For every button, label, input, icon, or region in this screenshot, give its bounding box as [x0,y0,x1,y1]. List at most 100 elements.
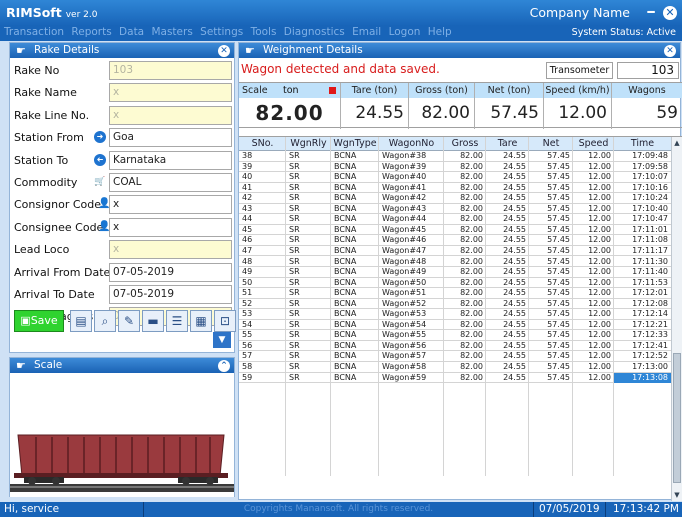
menu-item-email[interactable]: Email [348,26,381,38]
table-cell: BCNA [334,351,357,361]
column-header[interactable]: SNo. [239,137,286,151]
column-header[interactable]: WagonNo [379,137,444,151]
field-label: Arrival From Date [14,265,111,279]
table-row[interactable]: 43 SR BCNA Wagon#43 82.00 24.55 57.45 12.00 17:1… [239,204,671,215]
table-row[interactable]: 41 SR BCNA Wagon#41 82.00 24.55 57.45 12.00 17:1… [239,183,671,194]
table-row[interactable]: 52 SR BCNA Wagon#52 82.00 24.55 57.45 12.00 17:1… [239,299,671,310]
table-row[interactable]: 53 SR BCNA Wagon#53 82.00 24.55 57.45 12.00 17:1… [239,309,671,320]
menu-item-diagnostics[interactable]: Diagnostics [280,26,345,38]
field-input[interactable]: x [109,195,232,215]
table-row[interactable]: 51 SR BCNA Wagon#51 82.00 24.55 57.45 12.00 17:1… [239,288,671,299]
rake-details-title: Rake Details [34,44,100,56]
close-panel-icon[interactable]: ✕ [664,44,676,57]
menu-item-masters[interactable]: Masters [147,26,192,38]
menu-item-help[interactable]: Help [424,26,452,38]
table-cell: 17:12:08 [632,298,668,308]
card-icon[interactable]: ▬ [142,310,164,332]
field-input[interactable]: x [109,240,232,260]
field-input[interactable]: x [109,105,232,125]
table-row[interactable]: 49 SR BCNA Wagon#49 82.00 24.55 57.45 12.00 17:1… [239,267,671,278]
table-cell: BCNA [334,298,357,308]
column-header[interactable]: Tare [486,137,529,151]
chevron-down-icon[interactable]: ▼ [213,332,231,348]
table-row[interactable]: 39 SR BCNA Wagon#39 82.00 24.55 57.45 12.00 17:0… [239,162,671,173]
column-header[interactable]: Speed [573,137,614,151]
hand-pointer-icon: ☛ [245,44,255,57]
menu-item-reports[interactable]: Reports [67,26,111,38]
save-button[interactable]: ▣Save [14,310,64,332]
close-button[interactable]: ✕ [663,6,677,20]
column-header[interactable]: WgnType [331,137,379,151]
list-icon[interactable]: ☰ [166,310,188,332]
close-panel-icon[interactable]: ✕ [218,44,230,57]
scale-unit: ton [283,85,299,96]
collapse-panel-icon[interactable]: ⌃ [218,359,230,372]
table-row[interactable]: 42 SR BCNA Wagon#42 82.00 24.55 57.45 12.00 17:1… [239,193,671,204]
transometer-value: 103 [617,62,679,79]
lock-icon[interactable]: ⊡ [214,310,236,332]
weighment-grid[interactable]: SNo. WgnRly WgnType WagonNo Gross Tare Net Spee… [239,136,682,501]
field-input[interactable]: 07-05-2019 [109,262,232,282]
field-input[interactable]: COAL [109,173,232,192]
scroll-thumb[interactable] [673,353,681,483]
speed-reading: Speed (km/h) 12.00 [544,83,612,129]
menu-item-data[interactable]: Data [115,26,144,38]
column-header[interactable]: WgnRly [286,137,331,151]
table-cell: Wagon#40 [382,172,427,182]
table-cell: 24.55 [503,151,526,160]
menu-item-tools[interactable]: Tools [247,26,277,38]
table-cell: Wagon#43 [382,203,427,213]
cart-icon[interactable]: 🛒 [94,176,106,188]
field-input[interactable]: 07-05-2019 [109,285,232,304]
table-row[interactable]: 58 SR BCNA Wagon#58 82.00 24.55 57.45 12.00 17:1… [239,362,671,373]
arrow-right-icon[interactable]: ➜ [94,131,106,144]
table-row[interactable]: 59 SR BCNA Wagon#59 82.00 24.55 57.45 12.00 17:1… [239,372,671,384]
table-row[interactable]: 47 SR BCNA Wagon#47 82.00 24.55 57.45 12.00 17:1… [239,246,671,257]
gross-reading: Gross (ton) 82.00 [409,83,475,129]
table-row[interactable]: 57 SR BCNA Wagon#57 82.00 24.55 57.45 12.00 17:1… [239,351,671,362]
table-cell: 17:11:01 [632,224,668,234]
search-icon[interactable]: ⌕ [94,310,116,332]
scroll-down-icon[interactable]: ▼ [673,490,681,500]
table-row[interactable]: 38 SR BCNA Wagon#38 82.00 24.55 57.45 12.00 17:0… [239,151,671,162]
table-row[interactable]: 44 SR BCNA Wagon#44 82.00 24.55 57.45 12.00 17:1… [239,214,671,225]
menu-item-settings[interactable]: Settings [196,26,243,38]
scroll-up-icon[interactable]: ▲ [673,138,681,148]
column-header[interactable]: Gross [444,137,486,151]
field-input[interactable]: Goa [109,128,232,148]
table-cell: Wagon#46 [382,235,427,245]
message-row: Wagon detected and data saved. Transomet… [239,60,682,81]
table-row[interactable]: 50 SR BCNA Wagon#50 82.00 24.55 57.45 12.00 17:1… [239,278,671,289]
column-header[interactable]: Time [614,137,671,151]
table-cell: 57.45 [547,245,570,255]
table-cell: SR [289,309,300,319]
column-header[interactable]: Net [529,137,573,151]
table-row[interactable]: 40 SR BCNA Wagon#40 82.00 24.55 57.45 12.00 17:1… [239,172,671,183]
minimize-button[interactable]: ━ [644,6,658,18]
table-cell: 12.00 [588,256,611,266]
table-row[interactable]: 55 SR BCNA Wagon#55 82.00 24.55 57.45 12.00 17:1… [239,330,671,341]
table-row[interactable]: 46 SR BCNA Wagon#46 82.00 24.55 57.45 12.00 17:1… [239,235,671,246]
grid-icon[interactable]: ▦ [190,310,212,332]
edit-icon[interactable]: ✎ [118,310,140,332]
field-input[interactable]: Karnataka [109,150,232,170]
field-input[interactable]: x [109,83,232,103]
table-cell: 82.00 [460,235,483,245]
field-input[interactable]: x [109,217,232,237]
arrow-left-icon[interactable]: ➜ [94,153,106,166]
table-row[interactable]: 56 SR BCNA Wagon#56 82.00 24.55 57.45 12.00 17:1… [239,341,671,352]
vertical-scrollbar[interactable]: ▲ ▼ [671,137,682,501]
table-cell: 82.00 [460,172,483,182]
clipboard-icon[interactable]: ▤ [70,310,92,332]
table-cell: 12.00 [588,351,611,361]
table-row[interactable]: 48 SR BCNA Wagon#48 82.00 24.55 57.45 12.00 17:1… [239,256,671,267]
tare-value: 24.55 [355,103,404,123]
table-cell: SR [289,235,300,245]
table-cell: BCNA [334,277,357,287]
table-row[interactable]: 54 SR BCNA Wagon#54 82.00 24.55 57.45 12.00 17:1… [239,320,671,331]
menu-item-transaction[interactable]: Transaction [0,26,64,38]
table-cell: 12.00 [588,182,611,192]
field-input[interactable]: 103 [109,61,232,80]
menu-item-logon[interactable]: Logon [385,26,421,38]
table-row[interactable]: 45 SR BCNA Wagon#45 82.00 24.55 57.45 12.00 17:1… [239,225,671,236]
